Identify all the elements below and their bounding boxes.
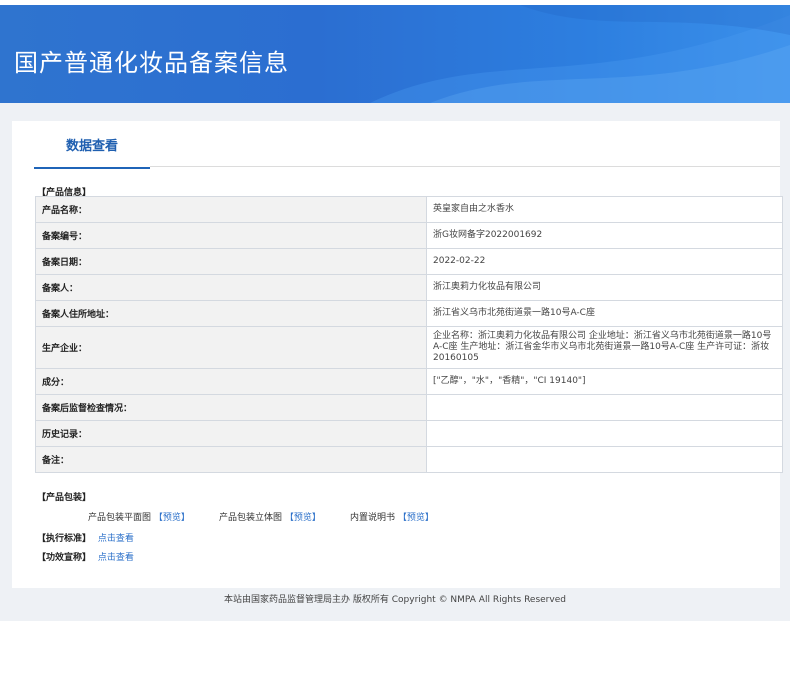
tab-label: 数据查看 bbox=[65, 139, 118, 154]
row-value bbox=[426, 446, 783, 473]
preview-link[interactable]: 【预览】 bbox=[154, 513, 190, 523]
row-key: 备案日期： bbox=[35, 248, 427, 275]
table-row: 备案人： 浙江奥莉力化妆品有限公司 bbox=[35, 274, 783, 301]
table-row: 生产企业： 企业名称：浙江奥莉力化妆品有限公司 企业地址：浙江省义乌市北苑街道景… bbox=[35, 326, 783, 369]
table-row: 备案日期： 2022-02-22 bbox=[35, 248, 783, 275]
row-value: 英皇家自由之水香水 bbox=[426, 196, 783, 223]
packaging-item-manual: 内置说明书 【预览】 bbox=[350, 510, 434, 523]
preview-link[interactable]: 【预览】 bbox=[285, 513, 321, 523]
tab-data-view[interactable]: 数据查看 bbox=[34, 133, 150, 169]
table-row: 产品名称： 英皇家自由之水香水 bbox=[35, 196, 783, 223]
header-wave-decoration bbox=[370, 5, 790, 103]
packaging-item-flat: 产品包装平面图 【预览】 bbox=[88, 510, 190, 523]
row-key: 备案后监督检查情况： bbox=[35, 394, 427, 421]
row-value: 浙G妆网备字2022001692 bbox=[426, 222, 783, 249]
row-key: 产品名称： bbox=[35, 196, 427, 223]
row-key: 生产企业： bbox=[35, 326, 427, 369]
row-key: 成分： bbox=[35, 368, 427, 395]
efficacy-label: 【功效宣称】 bbox=[37, 553, 92, 563]
table-row: 备案人住所地址： 浙江省义乌市北苑街道景一路10号A-C座 bbox=[35, 300, 783, 327]
table-row: 备案后监督检查情况： bbox=[35, 394, 783, 421]
packaging-section-label: 【产品包装】 bbox=[37, 493, 92, 503]
product-info-table: 产品名称： 英皇家自由之水香水 备案编号： 浙G妆网备字2022001692 备… bbox=[35, 196, 783, 473]
page-title: 国产普通化妆品备案信息 bbox=[14, 49, 289, 77]
standard-row: 【执行标准】 点击查看 bbox=[37, 531, 134, 544]
content-panel: 数据查看 【产品信息】 产品名称： 英皇家自由之水香水 备案编号： 浙G妆网备字… bbox=[12, 121, 783, 588]
standard-label: 【执行标准】 bbox=[37, 534, 92, 544]
row-value: 2022-02-22 bbox=[426, 248, 783, 275]
table-row: 历史记录： bbox=[35, 420, 783, 447]
row-key: 备案人： bbox=[35, 274, 427, 301]
packaging-item-label: 产品包装立体图 bbox=[219, 513, 283, 523]
packaging-item-label: 产品包装平面图 bbox=[88, 513, 152, 523]
row-value bbox=[426, 420, 783, 447]
packaging-item-3d: 产品包装立体图 【预览】 bbox=[219, 510, 321, 523]
row-key: 历史记录： bbox=[35, 420, 427, 447]
tab-divider bbox=[150, 166, 780, 167]
standard-view-link[interactable]: 点击查看 bbox=[98, 534, 134, 544]
preview-link[interactable]: 【预览】 bbox=[398, 513, 434, 523]
page-header: 国产普通化妆品备案信息 bbox=[0, 5, 790, 103]
row-key: 备注： bbox=[35, 446, 427, 473]
row-value: 浙江奥莉力化妆品有限公司 bbox=[426, 274, 783, 301]
row-value: 浙江省义乌市北苑街道景一路10号A-C座 bbox=[426, 300, 783, 327]
row-value: 企业名称：浙江奥莉力化妆品有限公司 企业地址：浙江省义乌市北苑街道景一路10号A… bbox=[426, 326, 783, 369]
row-key: 备案编号： bbox=[35, 222, 427, 249]
row-key: 备案人住所地址： bbox=[35, 300, 427, 327]
page-footer: 本站由国家药品监督管理局主办 版权所有 Copyright © NMPA All… bbox=[224, 595, 566, 605]
table-row: 备案编号： 浙G妆网备字2022001692 bbox=[35, 222, 783, 249]
efficacy-row: 【功效宣称】 点击查看 bbox=[37, 550, 134, 563]
row-value: ["乙醇"，"水"，"香精"，"CI 19140"] bbox=[426, 368, 783, 395]
table-row: 成分： ["乙醇"，"水"，"香精"，"CI 19140"] bbox=[35, 368, 783, 395]
row-value bbox=[426, 394, 783, 421]
packaging-item-label: 内置说明书 bbox=[350, 513, 396, 523]
efficacy-view-link[interactable]: 点击查看 bbox=[98, 553, 134, 563]
table-row: 备注： bbox=[35, 446, 783, 473]
